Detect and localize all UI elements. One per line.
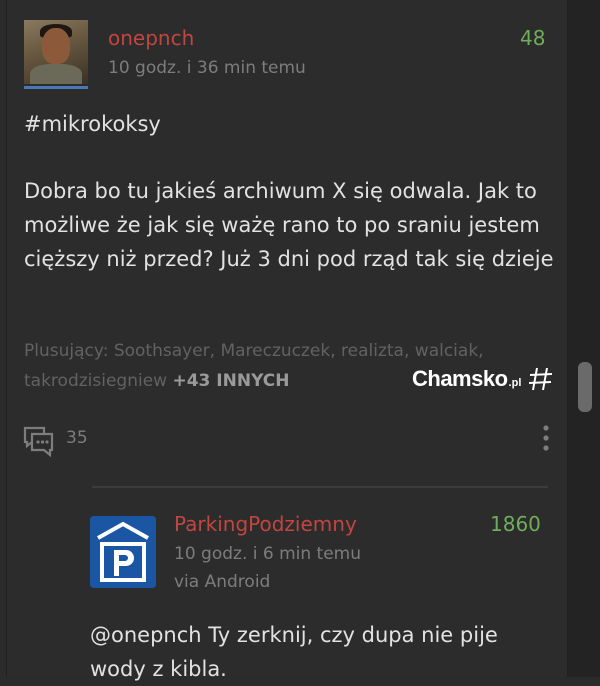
voters-more-link[interactable]: +43 INNYCH (172, 371, 289, 391)
watermark-text: Chamsko (412, 366, 508, 391)
comment-icon[interactable] (22, 424, 56, 458)
post-score[interactable]: 48 (520, 26, 545, 50)
divider (92, 486, 548, 488)
comment-count[interactable]: 35 (66, 428, 88, 448)
watermark-suffix: .pl (508, 377, 522, 389)
post-timestamp[interactable]: 10 godz. i 36 min temu (108, 58, 306, 78)
parking-avatar (90, 516, 156, 588)
reply-via: via Android (174, 572, 271, 592)
reply-body: @onepnch Ty zerknij, czy dupa nie pije w… (90, 623, 498, 681)
more-options-icon[interactable] (541, 424, 551, 452)
post-tag[interactable]: #mikrokoksy (24, 112, 161, 136)
reply-score[interactable]: 1860 (490, 512, 541, 536)
watermark: Chamsko .pl (412, 362, 555, 396)
reply-timestamp[interactable]: 10 godz. i 6 min temu (174, 544, 361, 564)
post-username[interactable]: onepnch (108, 26, 194, 50)
post-body: Dobra bo tu jakieś archiwum X się odwala… (24, 179, 554, 271)
scrollbar[interactable] (568, 0, 600, 677)
scrollbar-thumb[interactable] (578, 362, 592, 412)
hash-icon (529, 367, 553, 391)
avatar-gender-bar (24, 86, 88, 89)
reply-username[interactable]: ParkingPodziemny (174, 512, 357, 536)
reply-avatar[interactable] (90, 516, 156, 588)
avatar[interactable] (24, 20, 88, 84)
